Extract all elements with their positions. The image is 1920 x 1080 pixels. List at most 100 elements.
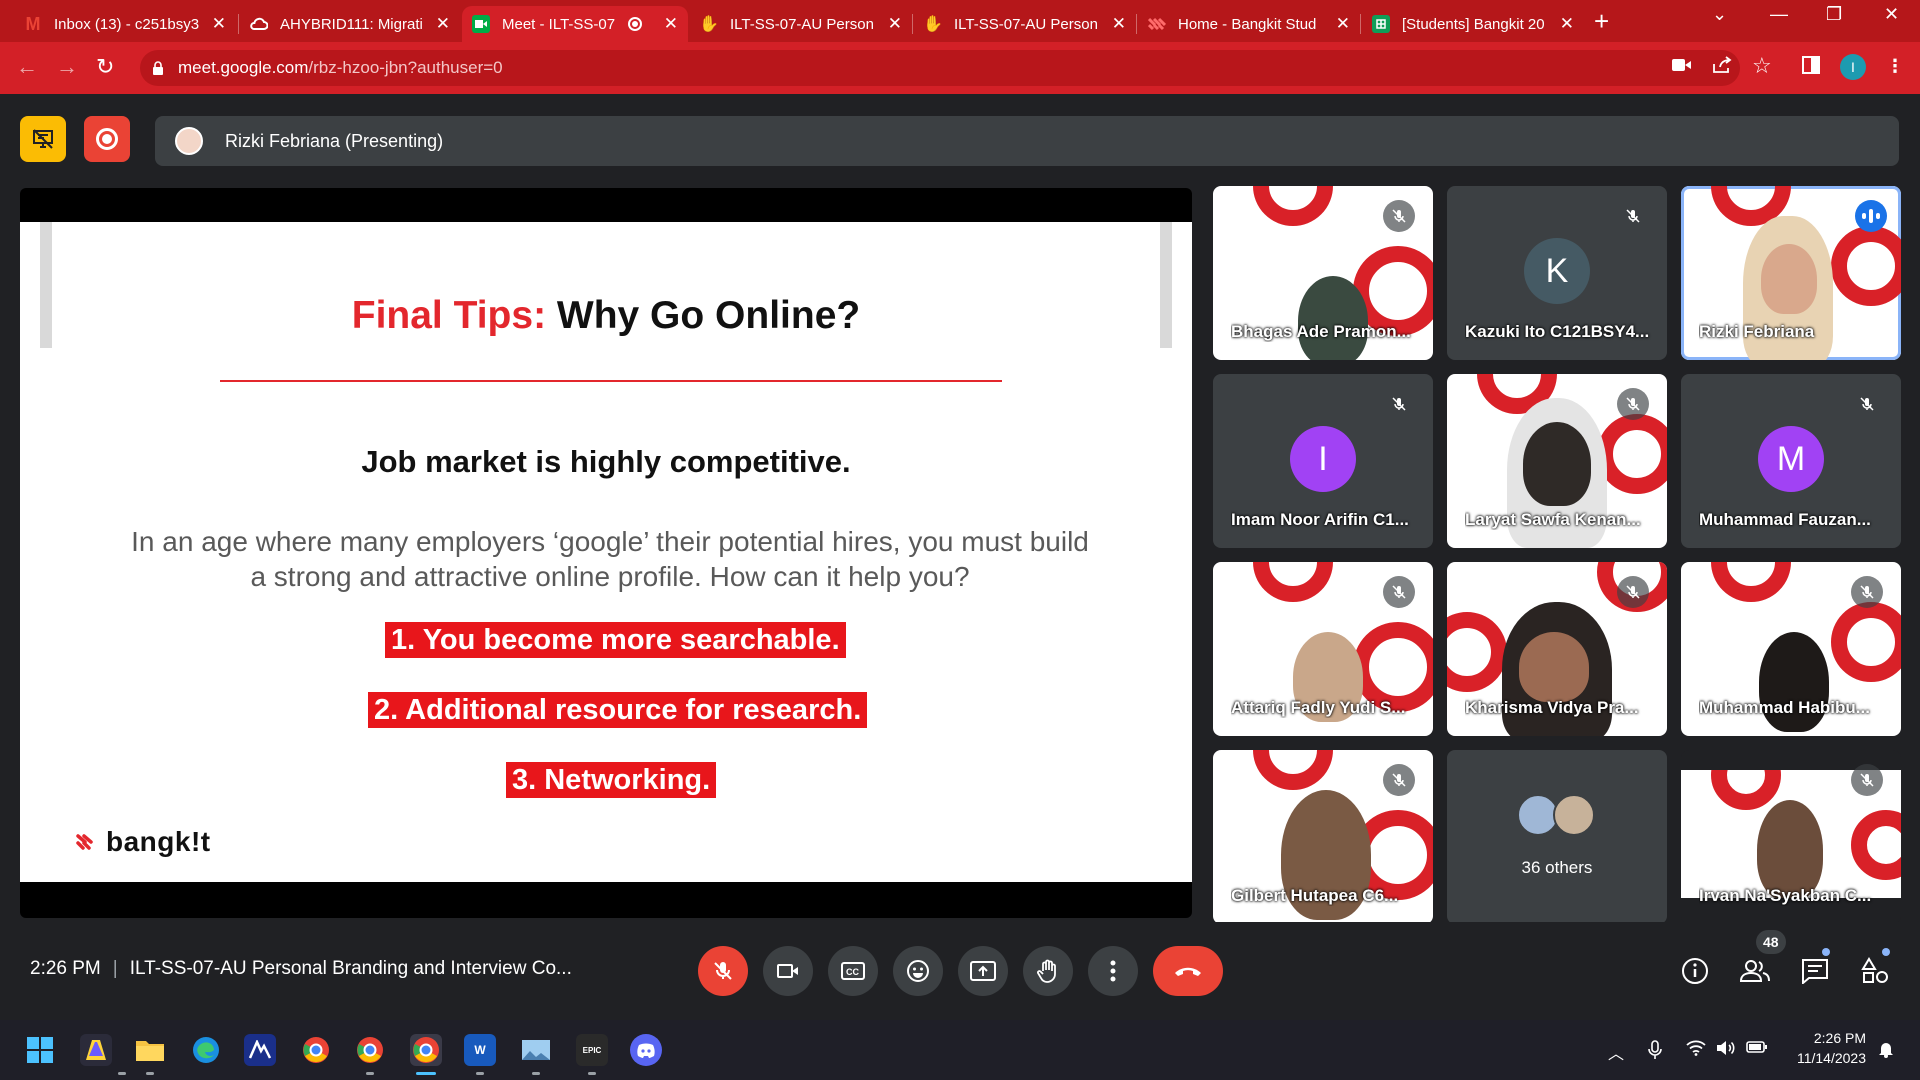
bookmark-star-icon[interactable]: ☆: [1752, 53, 1772, 79]
tab-students-sheet[interactable]: [Students] Bangkit 20 ✕: [1362, 6, 1584, 42]
notification-bell-icon[interactable]: [1878, 1040, 1894, 1063]
tab-label: Meet - ILT-SS-07: [502, 15, 616, 33]
participant-tile[interactable]: Kharisma Vidya Pra...: [1447, 562, 1667, 736]
others-avatars: [1517, 794, 1595, 836]
close-icon[interactable]: ✕: [1112, 14, 1126, 34]
activities-button[interactable]: [1858, 954, 1892, 988]
participant-count-badge: 48: [1756, 930, 1786, 954]
hand-icon: [1037, 959, 1056, 983]
adobe-premiere-icon[interactable]: [80, 1034, 112, 1066]
side-panel-icon[interactable]: [1802, 56, 1820, 79]
presentation-stage[interactable]: Final Tips: Why Go Online? Job market is…: [20, 188, 1192, 918]
forward-icon[interactable]: →: [56, 54, 78, 80]
people-icon: [1740, 960, 1770, 982]
back-icon[interactable]: ←: [16, 54, 38, 80]
file-explorer-icon[interactable]: [134, 1034, 166, 1066]
close-window-button[interactable]: ✕: [1884, 4, 1899, 25]
chrome-active-icon[interactable]: [410, 1034, 442, 1066]
tab-label: Home - Bangkit Stud: [1178, 15, 1317, 33]
tab-ahybrid[interactable]: AHYBRID111: Migrati ✕: [240, 6, 460, 42]
tab-meet[interactable]: Meet - ILT-SS-07 ✕: [462, 6, 688, 42]
participant-name: Attariq Fadly Yudi S...: [1231, 698, 1406, 717]
presenting-banner[interactable]: Rizki Febriana (Presenting): [155, 116, 1899, 166]
participant-tile[interactable]: Muhammad Habibu...: [1681, 562, 1901, 736]
chat-button[interactable]: [1798, 954, 1832, 988]
chrome-icon[interactable]: [300, 1034, 332, 1066]
maximize-button[interactable]: ❐: [1826, 4, 1842, 25]
mic-off-icon: [1617, 388, 1649, 420]
close-icon[interactable]: ✕: [1560, 14, 1574, 34]
recording-button[interactable]: [84, 116, 130, 162]
tab-search-icon[interactable]: ⌄: [1712, 4, 1727, 25]
slide-body: In an age where many employers ‘google’ …: [131, 526, 1089, 592]
minimize-button[interactable]: —: [1770, 4, 1788, 25]
participant-tile[interactable]: K Kazuki Ito C121BSY4...: [1447, 186, 1667, 360]
profile-avatar[interactable]: I: [1840, 54, 1866, 80]
microphone-tray-icon[interactable]: [1648, 1040, 1662, 1065]
tab-ilt-2[interactable]: ✋ ILT-SS-07-AU Person ✕: [914, 6, 1136, 42]
tab-inbox[interactable]: M Inbox (13) - c251bsy3 ✕: [14, 6, 236, 42]
chrome-profile-icon[interactable]: [354, 1034, 386, 1066]
discord-icon[interactable]: [630, 1034, 662, 1066]
raise-hand-button[interactable]: [1023, 946, 1073, 996]
tab-label: ILT-SS-07-AU Person: [730, 15, 874, 33]
app-m-icon[interactable]: [244, 1034, 276, 1066]
close-icon[interactable]: ✕: [1336, 14, 1350, 34]
people-button[interactable]: [1738, 954, 1772, 988]
close-icon[interactable]: ✕: [212, 14, 226, 34]
camera-toggle-button[interactable]: [763, 946, 813, 996]
participant-tile[interactable]: Rizki Febriana: [1681, 186, 1901, 360]
participant-tile[interactable]: Gilbert Hutapea C6...: [1213, 750, 1433, 924]
present-screen-icon: [970, 961, 996, 981]
bangkit-icon: [1148, 15, 1166, 33]
camera-icon[interactable]: [1672, 56, 1692, 77]
present-now-button[interactable]: [958, 946, 1008, 996]
new-tab-button[interactable]: +: [1594, 6, 1609, 36]
close-icon[interactable]: ✕: [436, 14, 450, 34]
clock-date: 11/14/2023: [1796, 1050, 1866, 1066]
browser-toolbar: ← → ↻ meet.google.com/rbz-hzoo-jbn?authu…: [0, 42, 1920, 94]
mic-toggle-button[interactable]: [698, 946, 748, 996]
photos-icon[interactable]: [520, 1034, 552, 1066]
address-bar[interactable]: meet.google.com/rbz-hzoo-jbn?authuser=0: [140, 50, 1740, 86]
presentation-off-button[interactable]: [20, 116, 66, 162]
wifi-icon[interactable]: [1686, 1040, 1706, 1061]
mic-off-icon: [1851, 764, 1883, 796]
close-icon[interactable]: ✕: [664, 14, 678, 34]
participant-tile[interactable]: Attariq Fadly Yudi S...: [1213, 562, 1433, 736]
reactions-button[interactable]: [893, 946, 943, 996]
tab-ilt-1[interactable]: ✋ ILT-SS-07-AU Person ✕: [690, 6, 912, 42]
participant-tile[interactable]: Laryat Sawfa Kenan...: [1447, 374, 1667, 548]
system-clock[interactable]: 2:26 PM 11/14/2023: [1786, 1028, 1866, 1068]
slide-item-1: 1. You become more searchable.: [385, 622, 846, 658]
reload-icon[interactable]: ↻: [96, 54, 114, 80]
participant-name: Kazuki Ito C121BSY4...: [1465, 322, 1650, 341]
captions-button[interactable]: CC: [828, 946, 878, 996]
battery-icon[interactable]: [1746, 1040, 1768, 1059]
hand-icon: ✋: [699, 16, 719, 33]
share-icon[interactable]: [1712, 56, 1732, 79]
windows-start-icon[interactable]: [24, 1034, 56, 1066]
edge-icon[interactable]: [190, 1034, 222, 1066]
more-options-button[interactable]: [1088, 946, 1138, 996]
slide-title-text: Why Go Online?: [546, 294, 861, 337]
chat-unread-dot: [1822, 948, 1830, 956]
bangkit-logo-text: bangk!t: [106, 826, 211, 857]
participant-tile[interactable]: Irvan Na'Syakban C...: [1681, 750, 1901, 924]
word-icon[interactable]: W: [464, 1034, 496, 1066]
participant-tile[interactable]: I Imam Noor Arifin C1...: [1213, 374, 1433, 548]
volume-icon[interactable]: [1716, 1040, 1736, 1061]
others-tile[interactable]: 36 others: [1447, 750, 1667, 924]
tray-overflow-icon[interactable]: ︿: [1608, 1040, 1624, 1064]
meeting-info: 2:26 PM | ILT-SS-07-AU Personal Branding a…: [30, 958, 572, 979]
close-icon[interactable]: ✕: [888, 14, 902, 34]
tab-bangkit-home[interactable]: Home - Bangkit Stud ✕: [1138, 6, 1360, 42]
leave-call-button[interactable]: [1153, 946, 1223, 996]
call-end-icon: [1175, 967, 1201, 976]
participant-tile[interactable]: M Muhammad Fauzan...: [1681, 374, 1901, 548]
participant-tile[interactable]: Bhagas Ade Pramon...: [1213, 186, 1433, 360]
menu-kebab-icon[interactable]: ⋮: [1886, 56, 1904, 77]
chat-icon: [1802, 959, 1828, 984]
epic-games-icon[interactable]: EPIC: [576, 1034, 608, 1066]
meeting-details-button[interactable]: [1678, 954, 1712, 988]
